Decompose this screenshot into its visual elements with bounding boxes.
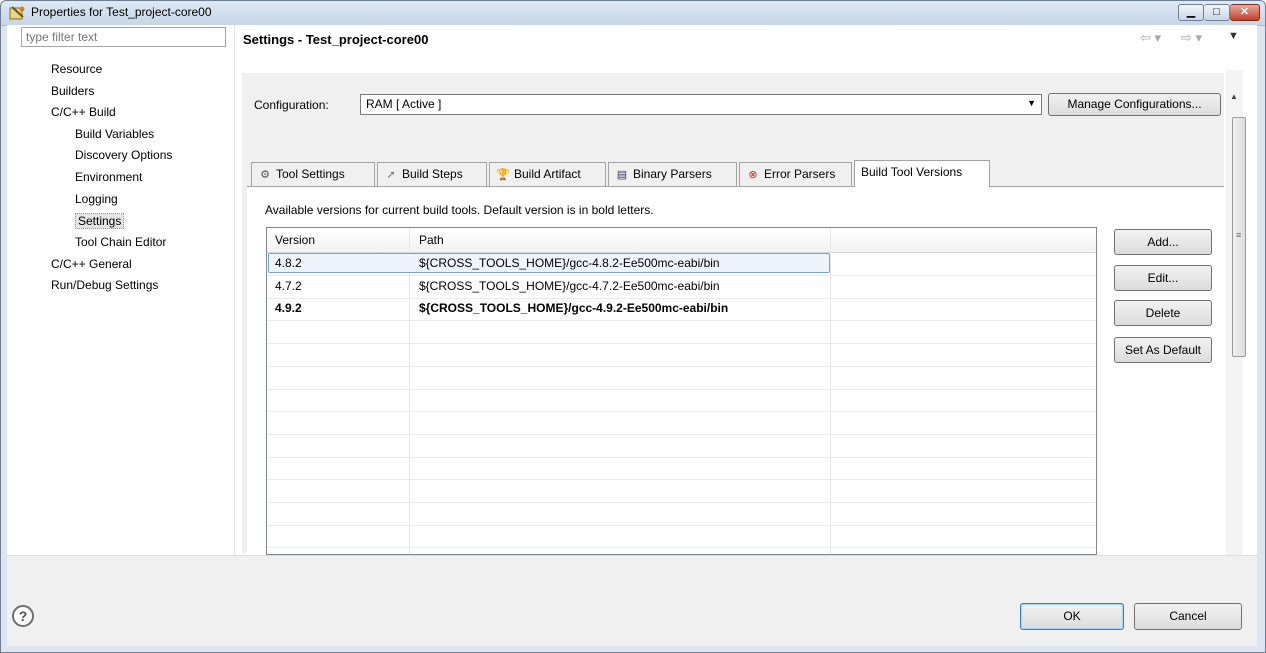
- table-row[interactable]: 4.7.2 ${CROSS_TOOLS_HOME}/gcc-4.7.2-Ee500…: [267, 275, 1096, 299]
- configuration-value: RAM [ Active ]: [366, 97, 442, 111]
- tab-binary-parsers[interactable]: ▤ Binary Parsers: [608, 162, 737, 186]
- tab-label: Build Steps: [402, 167, 463, 181]
- tree-item-environment[interactable]: Environment: [75, 170, 142, 184]
- configuration-select[interactable]: RAM [ Active ] ▼: [360, 94, 1042, 115]
- tool-settings-icon: ⚙: [260, 169, 270, 181]
- tree-item-tool-chain-editor[interactable]: Tool Chain Editor: [75, 235, 166, 249]
- set-as-default-button[interactable]: Set As Default: [1114, 337, 1212, 363]
- title-bar: Properties for Test_project-core00 ▁ □ ✕: [1, 1, 1265, 26]
- help-icon[interactable]: ?: [12, 605, 34, 627]
- version-cell: 4.7.2: [275, 278, 302, 293]
- table-row[interactable]: 4.9.2 ${CROSS_TOOLS_HOME}/gcc-4.9.2-Ee500…: [267, 297, 1096, 322]
- path-cell: ${CROSS_TOOLS_HOME}/gcc-4.8.2-Ee500mc-ea…: [419, 256, 720, 270]
- empty-table-row: [267, 524, 1096, 549]
- empty-table-row: [267, 388, 1096, 413]
- column-header-version[interactable]: Version: [275, 233, 315, 247]
- maximize-icon: □: [1213, 6, 1220, 18]
- tab-build-artifact[interactable]: 🏆 Build Artifact: [489, 162, 606, 186]
- grip-icon: ≡: [1236, 230, 1242, 240]
- path-cell: ${CROSS_TOOLS_HOME}/gcc-4.7.2-Ee500mc-ea…: [419, 278, 720, 293]
- versions-table[interactable]: Version Path 4.8.2 ${CROSS_TOOLS_HOME}/gc…: [266, 227, 1097, 555]
- tree-item-c-c-build[interactable]: C/C++ Build: [51, 105, 116, 119]
- empty-table-row: [267, 343, 1096, 367]
- scroll-up-icon[interactable]: ▲: [1230, 92, 1238, 101]
- tree-item-c-c-general[interactable]: C/C++ General: [51, 257, 132, 271]
- view-menu-icon[interactable]: ▼: [1228, 30, 1239, 42]
- close-icon: ✕: [1239, 6, 1250, 18]
- back-arrow-icon[interactable]: ⇦ ▾: [1140, 30, 1161, 46]
- close-button[interactable]: ✕: [1230, 4, 1260, 21]
- delete-button[interactable]: Delete: [1114, 300, 1212, 326]
- tab-build-steps[interactable]: ➚ Build Steps: [377, 162, 487, 186]
- edit-button[interactable]: Edit...: [1114, 265, 1212, 291]
- tree-item-logging[interactable]: Logging: [75, 192, 118, 206]
- tab-label: Build Tool Versions: [861, 165, 963, 179]
- add-button[interactable]: Add...: [1114, 229, 1212, 255]
- window-title: Properties for Test_project-core00: [31, 5, 212, 19]
- dropdown-arrow-icon: ▼: [1027, 98, 1036, 108]
- empty-table-row: [267, 411, 1096, 435]
- build-artifact-icon: 🏆: [496, 169, 510, 181]
- tab-label: Build Artifact: [514, 167, 581, 181]
- dialog-footer: [7, 555, 1257, 646]
- versions-hint: Available versions for current build too…: [265, 203, 654, 217]
- tab-build-tool-versions[interactable]: Build Tool Versions: [854, 160, 990, 187]
- path-cell: ${CROSS_TOOLS_HOME}/gcc-4.9.2-Ee500mc-ea…: [419, 301, 729, 316]
- splitter[interactable]: [234, 25, 235, 580]
- ok-button[interactable]: OK: [1020, 603, 1124, 630]
- tab-label: Tool Settings: [276, 167, 345, 181]
- properties-icon: [9, 6, 25, 20]
- tree-item-build-variables[interactable]: Build Variables: [75, 127, 154, 141]
- tree-item-discovery-options[interactable]: Discovery Options: [75, 148, 172, 162]
- column-header-path[interactable]: Path: [419, 233, 444, 247]
- minimize-button[interactable]: ▁: [1178, 4, 1204, 21]
- manage-configurations-button[interactable]: Manage Configurations...: [1048, 93, 1221, 116]
- empty-table-row: [267, 479, 1096, 503]
- empty-table-row: [267, 502, 1096, 526]
- maximize-button[interactable]: □: [1204, 4, 1230, 21]
- empty-table-row: [267, 547, 1096, 554]
- tree-item-builders[interactable]: Builders: [51, 84, 94, 98]
- version-cell: 4.8.2: [275, 256, 302, 270]
- tab-label: Error Parsers: [764, 167, 836, 181]
- tab-error-parsers[interactable]: ⊗ Error Parsers: [739, 162, 852, 186]
- tree-item-run-debug-settings[interactable]: Run/Debug Settings: [51, 278, 158, 292]
- forward-arrow-icon[interactable]: ⇨ ▾: [1181, 30, 1202, 46]
- table-row[interactable]: 4.8.2 ${CROSS_TOOLS_HOME}/gcc-4.8.2-Ee500…: [267, 252, 1096, 276]
- cancel-button[interactable]: Cancel: [1134, 603, 1242, 630]
- tab-tool-settings[interactable]: ⚙ Tool Settings: [251, 162, 375, 186]
- empty-table-row: [267, 434, 1096, 458]
- version-cell: 4.9.2: [275, 301, 302, 316]
- configuration-label: Configuration:: [254, 98, 329, 112]
- empty-table-row: [267, 456, 1096, 481]
- page-title: Settings - Test_project-core00: [243, 32, 429, 47]
- empty-table-row: [267, 320, 1096, 345]
- binary-parsers-icon: ▤: [616, 169, 628, 181]
- tree-item-settings[interactable]: Settings: [75, 213, 125, 229]
- filter-input[interactable]: [21, 27, 226, 47]
- empty-table-row: [267, 366, 1096, 390]
- table-header: Version Path: [267, 228, 1096, 253]
- tree-item-resource[interactable]: Resource: [51, 62, 102, 76]
- tab-label: Binary Parsers: [633, 167, 712, 181]
- scrollbar-thumb[interactable]: ≡: [1232, 117, 1246, 357]
- error-parsers-icon: ⊗: [748, 169, 758, 181]
- build-steps-icon: ➚: [386, 169, 396, 181]
- minimize-icon: ▁: [1186, 6, 1196, 18]
